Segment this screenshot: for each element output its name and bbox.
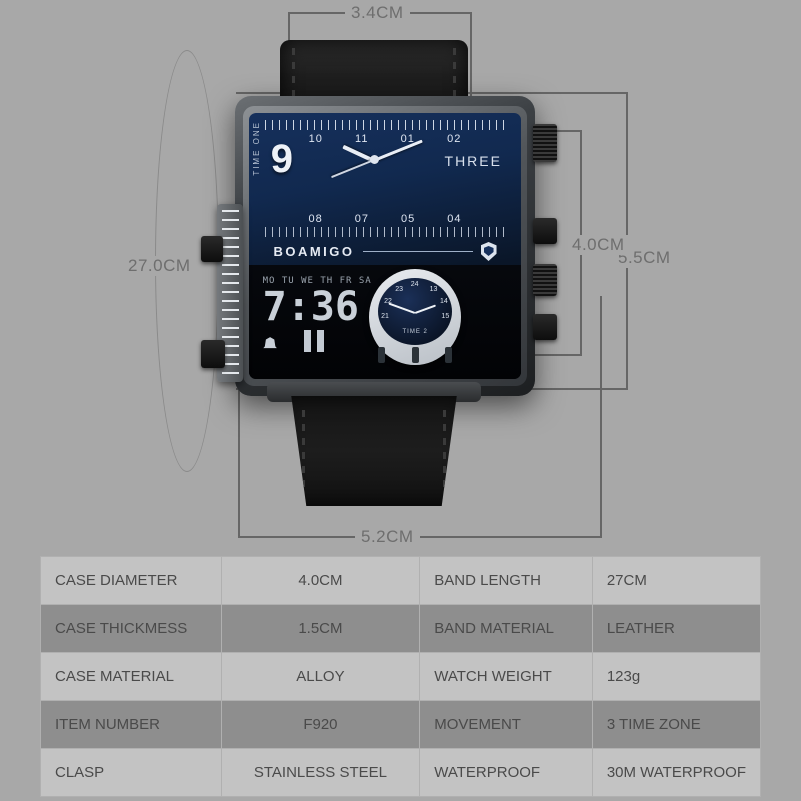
hour-number: 07 xyxy=(354,213,369,226)
subdial-number: 24 xyxy=(410,280,419,288)
lcd-panel: MO TU WE TH FR SA 7:36 xyxy=(263,276,380,365)
lcd-time: 7:36 xyxy=(262,284,359,331)
spec-value-cell: 30M WATERPROOF xyxy=(591,748,762,797)
spec-value-cell: LEATHER xyxy=(591,604,762,653)
subdial-number: 13 xyxy=(429,286,438,294)
left-crown-upper xyxy=(201,236,223,262)
hand-pin xyxy=(370,155,380,164)
subdial-label: TIME 2 xyxy=(402,329,428,336)
brand-row: BOAMIGO xyxy=(249,242,521,261)
watch-dial: TIME ONE TIME 3 10 11 01 02 9 THREE xyxy=(249,113,521,379)
spec-key-cell: CASE MATERIAL xyxy=(40,652,222,701)
second-hand xyxy=(331,159,375,179)
table-row: CASE MATERIAL ALLOY WATCH WEIGHT 123g xyxy=(40,652,762,701)
dimension-bottom-width-label: 5.2CM xyxy=(355,527,420,547)
right-pusher-lower xyxy=(533,314,557,340)
brand-rule xyxy=(362,251,473,252)
lcd-indicator-row xyxy=(263,330,380,353)
subdial-minute-hand xyxy=(388,302,416,314)
spec-key-cell: WATERPROOF xyxy=(419,748,593,797)
hour-number: 08 xyxy=(308,213,323,226)
hour-number: 10 xyxy=(308,133,323,145)
subdial-number: 14 xyxy=(439,298,448,306)
hour-numbers-bottom: 08 07 05 04 xyxy=(249,213,521,225)
lcd-bars xyxy=(303,330,324,353)
right-crown-middle xyxy=(533,264,557,296)
spec-key-cell: BAND LENGTH xyxy=(419,556,593,605)
subdial-face: 24 23 22 21 13 14 15 TIME 2 xyxy=(378,278,453,346)
lcd-bar xyxy=(316,330,324,353)
spec-key-cell: CASE DIAMETER xyxy=(40,556,222,605)
analog-display: 10 11 01 02 9 THREE 08 07 05 04 xyxy=(249,113,521,243)
subdial-number: 15 xyxy=(441,313,450,321)
spec-value-cell: 4.0CM xyxy=(220,556,421,605)
watch-case: TIME ONE TIME 3 10 11 01 02 9 THREE xyxy=(201,96,557,396)
subdial: 24 23 22 21 13 14 15 TIME 2 xyxy=(369,269,462,366)
spec-value-cell: F920 xyxy=(220,700,421,749)
spec-key-cell: WATCH WEIGHT xyxy=(419,652,593,701)
table-row: ITEM NUMBER F920 MOVEMENT 3 TIME ZONE xyxy=(40,700,762,749)
spec-value-cell: 123g xyxy=(591,652,762,701)
hour-number: 04 xyxy=(447,213,462,226)
digital-display: MO TU WE TH FR SA 7:36 24 23 22 21 13 14… xyxy=(249,264,521,379)
spec-value-cell: STAINLESS STEEL xyxy=(220,748,421,797)
right-crown-top xyxy=(533,124,557,162)
subdial-foot xyxy=(378,347,386,364)
spec-key-cell: BAND MATERIAL xyxy=(419,604,593,653)
bell-icon xyxy=(263,337,277,349)
minute-track-bottom xyxy=(265,227,511,238)
product-spec-figure: 3.4CM 5.5CM 4.0CM 5.2CM 27.0CM TIME ONE xyxy=(0,0,801,801)
subdial-foot xyxy=(411,347,419,364)
watch-bezel: TIME ONE TIME 3 10 11 01 02 9 THREE xyxy=(243,106,527,386)
brand-shield-icon xyxy=(480,242,497,261)
hour-number: 02 xyxy=(447,133,462,145)
subdial-number: 23 xyxy=(395,286,403,294)
subdial-feet xyxy=(378,347,452,364)
spec-value-cell: ALLOY xyxy=(220,652,421,701)
watch-product-image: TIME ONE TIME 3 10 11 01 02 9 THREE xyxy=(185,18,605,528)
watch-strap-bottom xyxy=(291,396,457,506)
specification-table: CASE DIAMETER 4.0CM BAND LENGTH 27CM CASE TH… xyxy=(40,556,762,797)
spec-value-cell: 1.5CM xyxy=(220,604,421,653)
spec-key-cell: CASE THICKMESS xyxy=(40,604,222,653)
hour-number: 11 xyxy=(355,133,369,145)
subdial-number: 21 xyxy=(381,313,389,321)
subdial-hour-hand xyxy=(414,304,437,314)
table-row: CASE THICKMESS 1.5CM BAND MATERIAL LEATHER xyxy=(40,604,762,653)
spec-key-cell: ITEM NUMBER xyxy=(40,700,222,749)
right-pusher-upper xyxy=(533,218,557,244)
spec-key-cell: MOVEMENT xyxy=(419,700,593,749)
left-crown-lower xyxy=(201,340,225,368)
minute-track-top xyxy=(265,120,511,130)
lcd-bar xyxy=(303,330,311,353)
subdial-foot xyxy=(444,347,452,364)
hour-number: 05 xyxy=(400,213,416,226)
spec-value-cell: 3 TIME ZONE xyxy=(591,700,762,749)
table-row: CASE DIAMETER 4.0CM BAND LENGTH 27CM xyxy=(40,556,762,605)
dial-big-numeral: 9 xyxy=(270,137,293,181)
table-row: CLASP STAINLESS STEEL WATERPROOF 30M WATERP… xyxy=(40,748,762,797)
spec-key-cell: CLASP xyxy=(40,748,222,797)
dial-timezone-label: THREE xyxy=(444,153,502,169)
specification-table-body: CASE DIAMETER 4.0CM BAND LENGTH 27CM CASE TH… xyxy=(40,556,762,797)
spec-value-cell: 27CM xyxy=(591,556,762,605)
brand-name: BOAMIGO xyxy=(273,244,355,259)
watch-hands xyxy=(331,139,423,179)
